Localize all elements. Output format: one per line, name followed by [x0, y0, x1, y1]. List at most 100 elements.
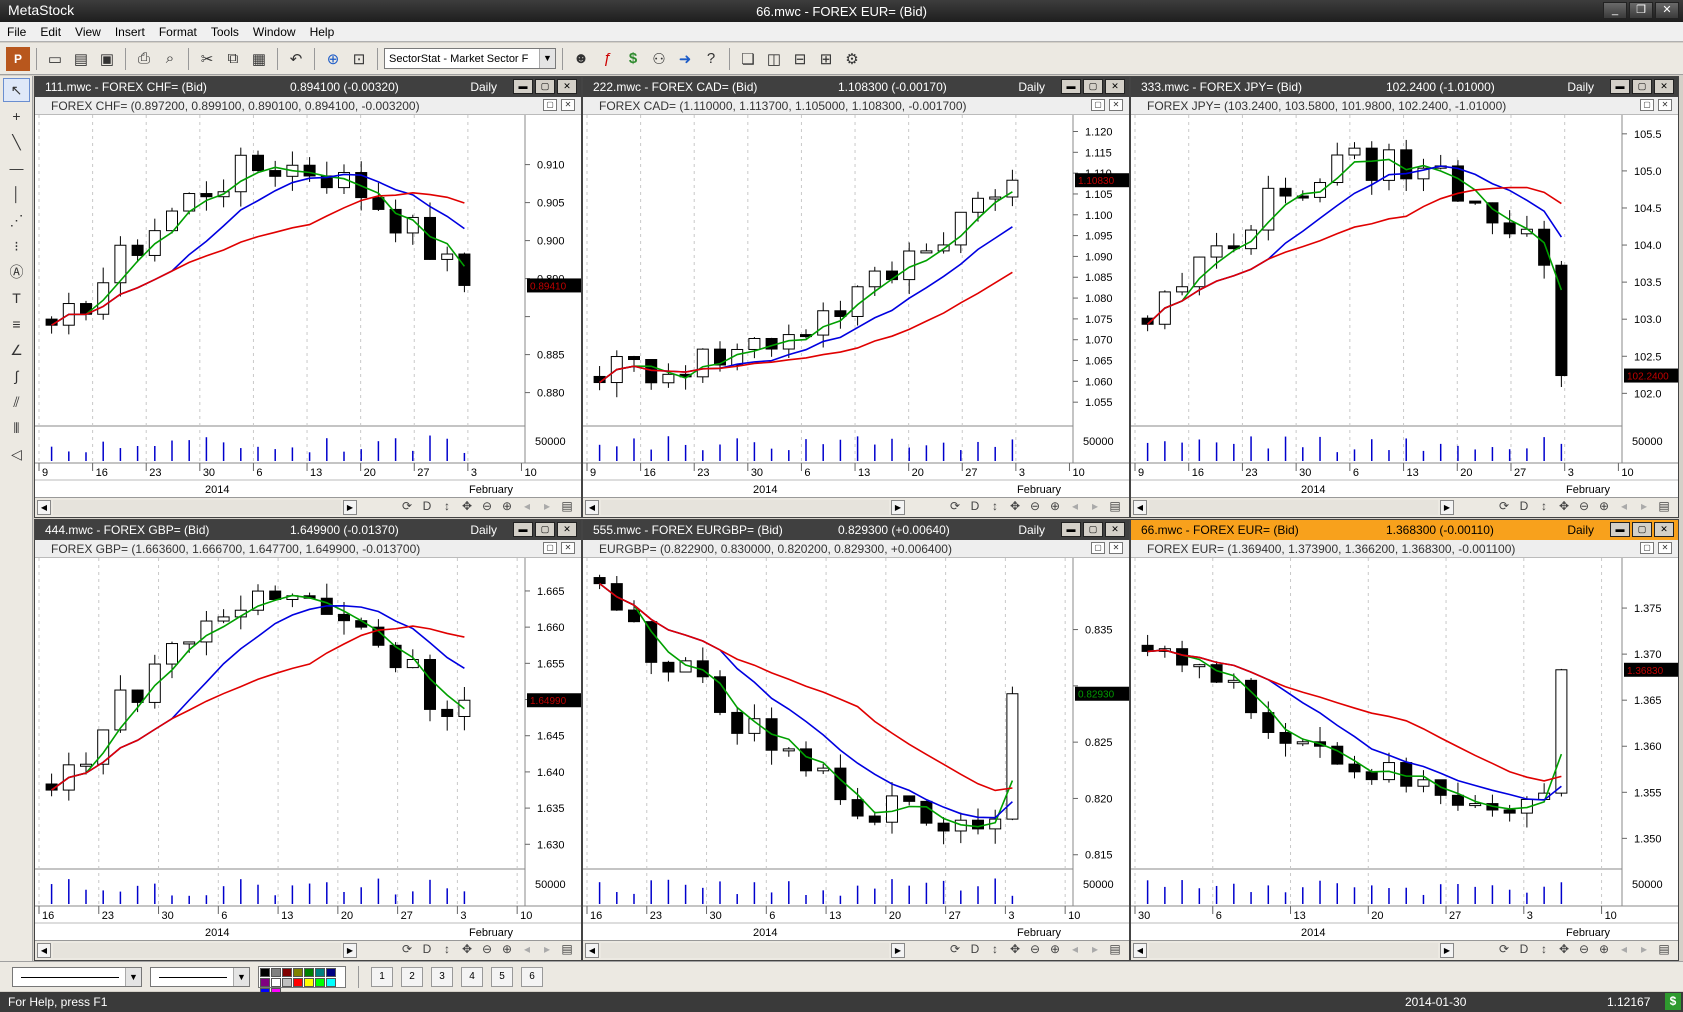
- help-pointer-icon[interactable]: ?: [699, 47, 723, 71]
- inner-maximize-button[interactable]: ▢: [543, 542, 557, 554]
- scroll-right-button[interactable]: ▶: [343, 500, 357, 515]
- layout-5-button[interactable]: 5: [491, 966, 513, 987]
- move-icon[interactable]: ✥: [1007, 942, 1023, 956]
- menu-format[interactable]: Format: [152, 25, 204, 39]
- layout-4-button[interactable]: 4: [461, 966, 483, 987]
- crosshair-tool-icon[interactable]: +: [3, 104, 30, 128]
- tile-vertical-icon[interactable]: ◫: [762, 47, 786, 71]
- chart-window-period[interactable]: Daily: [1567, 80, 1594, 94]
- scroll-left-button[interactable]: ◀: [37, 943, 51, 958]
- layout-3-button[interactable]: 3: [431, 966, 453, 987]
- chart-window-titlebar[interactable]: 555.mwc - FOREX EURGBP= (Bid) 0.829300 (+…: [583, 520, 1129, 540]
- arrow-right-icon[interactable]: ▸: [1636, 499, 1652, 513]
- print-preview-icon[interactable]: ⌕: [158, 47, 182, 71]
- scroll-track[interactable]: [1149, 943, 1438, 958]
- inner-close-button[interactable]: ✕: [561, 542, 575, 554]
- zoom-in-icon[interactable]: ⊕: [1047, 499, 1063, 513]
- period-d-button[interactable]: D: [419, 942, 435, 956]
- scroll-left-button[interactable]: ◀: [585, 943, 599, 958]
- color-swatch[interactable]: [282, 967, 292, 977]
- period-d-button[interactable]: D: [1516, 942, 1532, 956]
- arrow-left-icon[interactable]: ◂: [519, 942, 535, 956]
- period-d-button[interactable]: D: [419, 499, 435, 513]
- scroll-left-button[interactable]: ◀: [585, 500, 599, 515]
- paste-icon[interactable]: ▦: [247, 47, 271, 71]
- inner-close-button[interactable]: ✕: [1109, 542, 1123, 554]
- chart-window-eurgbp[interactable]: 555.mwc - FOREX EURGBP= (Bid) 0.829300 (+…: [582, 519, 1130, 961]
- zoom-out-icon[interactable]: ⊖: [1027, 942, 1043, 956]
- new-document-icon[interactable]: ▭: [43, 47, 67, 71]
- inner-close-button[interactable]: ✕: [1109, 99, 1123, 111]
- save-icon[interactable]: ▣: [95, 47, 119, 71]
- layout-1-button[interactable]: 1: [371, 966, 393, 987]
- indicator-builder-icon[interactable]: ƒ: [595, 47, 619, 71]
- arrow-right-icon[interactable]: ▸: [539, 499, 555, 513]
- minimize-button[interactable]: ▬: [513, 79, 533, 94]
- period-d-button[interactable]: D: [1516, 499, 1532, 513]
- move-icon[interactable]: ✥: [1007, 499, 1023, 513]
- price-chart[interactable]: 0.815 0.820 0.825 0.835 0.82930 50000 16 23 30 6 1…: [583, 558, 1129, 942]
- tile-grid-icon[interactable]: ⊞: [814, 47, 838, 71]
- refresh-icon[interactable]: ⟳: [947, 499, 963, 513]
- color-swatch[interactable]: [304, 967, 314, 977]
- scroll-track[interactable]: [601, 943, 889, 958]
- chart-window-period[interactable]: Daily: [470, 523, 497, 537]
- zoom-in-icon[interactable]: ⊕: [499, 942, 515, 956]
- channel-icon[interactable]: ⫽: [3, 390, 30, 414]
- menu-help[interactable]: Help: [303, 25, 342, 39]
- arrow-right-icon[interactable]: ▸: [1087, 499, 1103, 513]
- data-window-icon[interactable]: ▤: [1107, 942, 1123, 956]
- close-button[interactable]: ✕: [1654, 522, 1674, 537]
- chart-window-titlebar[interactable]: 111.mwc - FOREX CHF= (Bid) 0.894100 (-0.0…: [35, 77, 581, 97]
- open-folder-icon[interactable]: ▤: [69, 47, 93, 71]
- arrow-right-icon[interactable]: ▸: [1087, 942, 1103, 956]
- data-window-icon[interactable]: ▤: [1656, 499, 1672, 513]
- inner-close-button[interactable]: ✕: [561, 99, 575, 111]
- cascade-icon[interactable]: ❏: [736, 47, 760, 71]
- color-swatch[interactable]: [293, 977, 303, 987]
- arrow-left-icon[interactable]: ◂: [1067, 942, 1083, 956]
- scroll-right-button[interactable]: ▶: [343, 943, 357, 958]
- layout-6-button[interactable]: 6: [521, 966, 543, 987]
- vertical-scale-icon[interactable]: ↕: [1536, 942, 1552, 956]
- zoom-in-icon[interactable]: ⊕: [1596, 499, 1612, 513]
- scroll-track[interactable]: [53, 500, 341, 515]
- inner-maximize-button[interactable]: ▢: [1640, 99, 1654, 111]
- close-button[interactable]: ✕: [1654, 79, 1674, 94]
- security-legend[interactable]: EURGBP= (0.822900, 0.830000, 0.820200, 0…: [599, 542, 952, 556]
- horizontal-line-icon[interactable]: —: [3, 156, 30, 180]
- undo-icon[interactable]: ↶: [284, 47, 308, 71]
- scroll-track[interactable]: [1149, 500, 1438, 515]
- refresh-icon[interactable]: ⟳: [1496, 942, 1512, 956]
- crosshair-icon[interactable]: ⊕: [321, 47, 345, 71]
- print-icon[interactable]: ⎙: [132, 47, 156, 71]
- move-icon[interactable]: ✥: [459, 942, 475, 956]
- chart-window-eur[interactable]: 66.mwc - FOREX EUR= (Bid) 1.368300 (-0.00…: [1130, 519, 1679, 961]
- color-swatch[interactable]: [271, 977, 281, 987]
- inner-maximize-button[interactable]: ▢: [543, 99, 557, 111]
- menu-insert[interactable]: Insert: [108, 25, 152, 39]
- zoom-out-icon[interactable]: ⊖: [479, 499, 495, 513]
- menu-edit[interactable]: Edit: [33, 25, 68, 39]
- zoom-out-icon[interactable]: ⊖: [1576, 942, 1592, 956]
- minimize-button[interactable]: _: [1603, 2, 1627, 19]
- price-chart[interactable]: 1.350 1.355 1.360 1.365 1.370 1.375 1.36830 500…: [1131, 558, 1678, 942]
- restore-button[interactable]: ❐: [1629, 2, 1653, 19]
- security-legend[interactable]: FOREX CAD= (1.110000, 1.113700, 1.105000…: [599, 99, 966, 113]
- zoom-in-icon[interactable]: ⊕: [1047, 942, 1063, 956]
- text-box-icon[interactable]: T: [3, 286, 30, 310]
- chart-window-jpy[interactable]: 333.mwc - FOREX JPY= (Bid) 102.2400 (-1.0…: [1130, 76, 1679, 518]
- price-chart[interactable]: 1.630 1.635 1.640 1.645 1.655 1.660 1.665 1.649…: [35, 558, 581, 942]
- chart-window-period[interactable]: Daily: [470, 80, 497, 94]
- power-console-icon[interactable]: P: [6, 46, 30, 71]
- color-swatch[interactable]: [326, 977, 336, 987]
- line-style-select[interactable]: ▼: [12, 966, 142, 987]
- period-d-button[interactable]: D: [967, 942, 983, 956]
- move-icon[interactable]: ✥: [1556, 499, 1572, 513]
- explorer-icon[interactable]: ⚇: [647, 47, 671, 71]
- inner-maximize-button[interactable]: ▢: [1091, 542, 1105, 554]
- maximize-button[interactable]: ▢: [1632, 79, 1652, 94]
- cycle-lines-icon[interactable]: ⁝: [3, 234, 30, 258]
- chart-window-chf[interactable]: 111.mwc - FOREX CHF= (Bid) 0.894100 (-0.0…: [34, 76, 582, 518]
- refresh-icon[interactable]: ⟳: [399, 499, 415, 513]
